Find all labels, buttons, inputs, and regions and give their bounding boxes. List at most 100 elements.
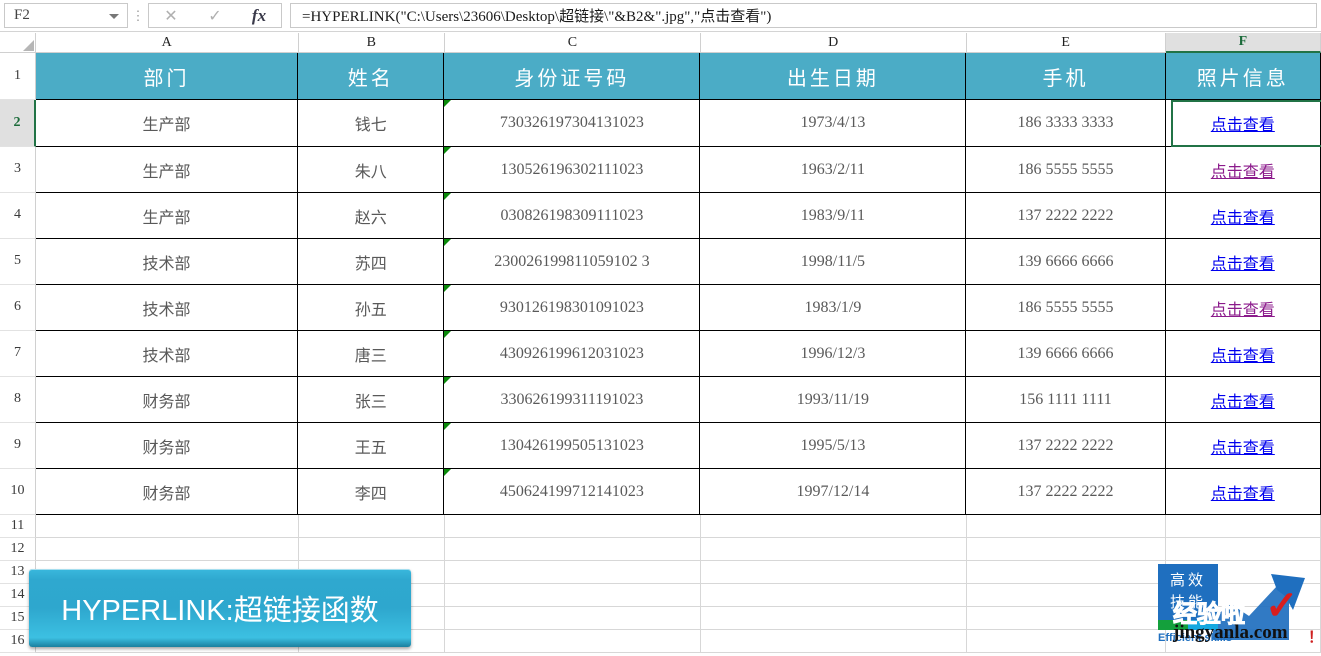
cell-dept[interactable]: 技术部 <box>35 331 298 377</box>
cell-phone[interactable]: 186 5555 5555 <box>966 285 1166 331</box>
cell-birth[interactable]: 1998/11/5 <box>700 239 967 285</box>
empty-cell[interactable] <box>700 515 967 538</box>
table-column-header[interactable]: 照片信息 <box>1165 53 1321 100</box>
cell-dept[interactable]: 生产部 <box>35 147 298 193</box>
column-header-c[interactable]: C <box>444 33 701 53</box>
row-header-11[interactable]: 11 <box>0 515 36 538</box>
cell-link[interactable]: 点击查看 <box>1165 377 1321 423</box>
row-header-4[interactable]: 4 <box>0 193 36 239</box>
table-column-header[interactable]: 出生日期 <box>700 53 967 100</box>
cell-id[interactable]: 330626199311191023 <box>444 377 701 423</box>
cancel-formula-button[interactable]: ✕ <box>149 4 193 27</box>
cell-birth[interactable]: 1983/9/11 <box>700 193 967 239</box>
row-header-6[interactable]: 6 <box>0 285 36 331</box>
chevron-down-icon[interactable] <box>109 13 119 19</box>
cell-dept[interactable]: 财务部 <box>35 423 298 469</box>
column-header-d[interactable]: D <box>700 33 967 53</box>
empty-cell[interactable] <box>298 515 446 538</box>
cell-phone[interactable]: 156 1111 1111 <box>966 377 1166 423</box>
row-header-3[interactable]: 3 <box>0 147 36 193</box>
cell-dept[interactable]: 技术部 <box>35 285 298 331</box>
confirm-formula-button[interactable]: ✓ <box>193 4 237 27</box>
cell-id[interactable]: 230026199811059102 3 <box>444 239 701 285</box>
row-header-5[interactable]: 5 <box>0 239 36 285</box>
cell-name[interactable]: 苏四 <box>297 239 445 285</box>
cell-dept[interactable]: 技术部 <box>35 239 298 285</box>
empty-cell[interactable] <box>966 607 1166 630</box>
name-box[interactable]: F2 <box>4 3 128 28</box>
cell-name[interactable]: 孙五 <box>297 285 445 331</box>
empty-cell[interactable] <box>445 538 701 561</box>
cell-link[interactable]: 点击查看 <box>1165 331 1321 377</box>
cell-link[interactable]: 点击查看 <box>1165 285 1321 331</box>
cell-id[interactable]: 130526196302111023 <box>444 147 701 193</box>
empty-cell[interactable] <box>700 538 967 561</box>
row-header-8[interactable]: 8 <box>0 377 36 423</box>
empty-cell[interactable] <box>966 538 1166 561</box>
column-header-f[interactable]: F <box>1165 33 1321 53</box>
hyperlink-view-photo[interactable]: 点击查看 <box>1211 250 1275 274</box>
cell-id[interactable]: 130426199505131023 <box>444 423 701 469</box>
row-header-9[interactable]: 9 <box>0 423 36 469</box>
cell-dept[interactable]: 财务部 <box>35 377 298 423</box>
empty-cell[interactable] <box>700 630 967 653</box>
table-column-header[interactable]: 姓名 <box>297 53 445 100</box>
table-column-header[interactable]: 身份证号码 <box>444 53 701 100</box>
row-header-12[interactable]: 12 <box>0 538 36 561</box>
cell-birth[interactable]: 1997/12/14 <box>700 469 967 515</box>
empty-cell[interactable] <box>966 584 1166 607</box>
cell-id[interactable]: 430926199612031023 <box>444 331 701 377</box>
empty-cell[interactable] <box>445 515 701 538</box>
hyperlink-view-photo[interactable]: 点击查看 <box>1211 434 1275 458</box>
cell-name[interactable]: 钱七 <box>297 100 445 147</box>
cell-link[interactable]: 点击查看 <box>1165 469 1321 515</box>
cell-birth[interactable]: 1983/1/9 <box>700 285 967 331</box>
cell-phone[interactable]: 139 6666 6666 <box>966 331 1166 377</box>
cell-dept[interactable]: 财务部 <box>35 469 298 515</box>
row-header-7[interactable]: 7 <box>0 331 36 377</box>
hyperlink-view-photo[interactable]: 点击查看 <box>1211 204 1275 228</box>
cell-phone[interactable]: 137 2222 2222 <box>966 469 1166 515</box>
cell-name[interactable]: 唐三 <box>297 331 445 377</box>
cell-birth[interactable]: 1993/11/19 <box>700 377 967 423</box>
row-header-10[interactable]: 10 <box>0 469 36 515</box>
cell-dept[interactable]: 生产部 <box>35 100 298 147</box>
hyperlink-view-photo[interactable]: 点击查看 <box>1211 296 1275 320</box>
cell-dept[interactable]: 生产部 <box>35 193 298 239</box>
hyperlink-view-photo[interactable]: 点击查看 <box>1211 158 1275 182</box>
cell-id[interactable]: 030826198309111023 <box>444 193 701 239</box>
cell-phone[interactable]: 186 3333 3333 <box>966 100 1166 147</box>
cell-birth[interactable]: 1995/5/13 <box>700 423 967 469</box>
cell-birth[interactable]: 1963/2/11 <box>700 147 967 193</box>
cell-phone[interactable]: 139 6666 6666 <box>966 239 1166 285</box>
table-column-header[interactable]: 部门 <box>35 53 298 100</box>
empty-cell[interactable] <box>1165 538 1321 561</box>
empty-cell[interactable] <box>700 561 967 584</box>
cell-name[interactable]: 李四 <box>297 469 445 515</box>
column-header-b[interactable]: B <box>298 33 445 53</box>
empty-cell[interactable] <box>445 584 701 607</box>
empty-cell[interactable] <box>966 630 1166 653</box>
empty-cell[interactable] <box>1165 515 1321 538</box>
select-all-corner[interactable] <box>0 33 36 53</box>
table-column-header[interactable]: 手机 <box>966 53 1166 100</box>
cell-id[interactable]: 730326197304131023 <box>444 100 701 147</box>
formula-input[interactable]: =HYPERLINK("C:\Users\23606\Desktop\超链接\"… <box>290 3 1317 28</box>
cell-birth[interactable]: 1996/12/3 <box>700 331 967 377</box>
column-header-e[interactable]: E <box>966 33 1166 53</box>
cell-birth[interactable]: 1973/4/13 <box>700 100 967 147</box>
hyperlink-view-photo[interactable]: 点击查看 <box>1211 342 1275 366</box>
empty-cell[interactable] <box>445 607 701 630</box>
empty-cell[interactable] <box>298 538 446 561</box>
empty-cell[interactable] <box>36 515 299 538</box>
cell-link[interactable]: 点击查看 <box>1165 423 1321 469</box>
row-header-1[interactable]: 1 <box>0 53 36 100</box>
empty-cell[interactable] <box>966 561 1166 584</box>
empty-cell[interactable] <box>700 607 967 630</box>
column-header-a[interactable]: A <box>35 33 299 53</box>
hyperlink-view-photo[interactable]: 点击查看 <box>1211 111 1275 135</box>
vertical-dots-icon[interactable]: ⋮ <box>128 9 148 22</box>
empty-cell[interactable] <box>36 538 299 561</box>
cell-link[interactable]: 点击查看 <box>1165 193 1321 239</box>
empty-cell[interactable] <box>700 584 967 607</box>
